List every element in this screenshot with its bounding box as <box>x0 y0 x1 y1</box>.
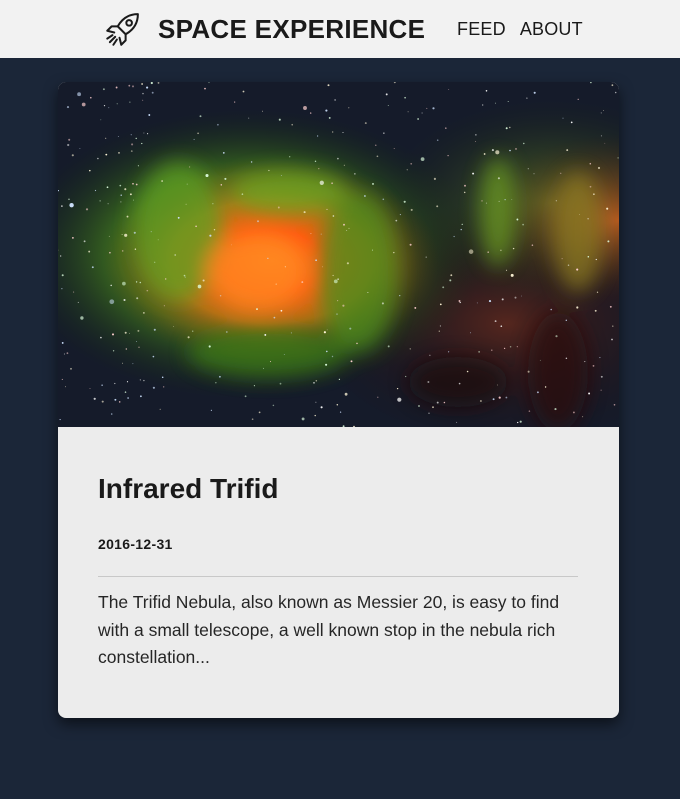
main-nav: FEED ABOUT <box>457 19 583 40</box>
brand-title: SPACE EXPERIENCE <box>158 13 426 44</box>
post-body: Infrared Trifid 2016-12-31 The Trifid Ne… <box>58 427 619 718</box>
nav-about-link[interactable]: ABOUT <box>520 19 583 40</box>
nav-feed-link[interactable]: FEED <box>457 19 506 40</box>
rocket-icon <box>106 13 139 46</box>
header-bar: SPACE EXPERIENCE FEED ABOUT <box>0 0 680 58</box>
nebula-image <box>58 82 619 427</box>
post-card[interactable]: Infrared Trifid 2016-12-31 The Trifid Ne… <box>58 82 619 718</box>
divider <box>98 576 578 577</box>
post-excerpt: The Trifid Nebula, also known as Messier… <box>98 592 560 667</box>
post-date: 2016-12-31 <box>98 536 173 552</box>
brand-link[interactable]: SPACE EXPERIENCE <box>102 7 425 51</box>
post-title[interactable]: Infrared Trifid <box>98 473 278 505</box>
